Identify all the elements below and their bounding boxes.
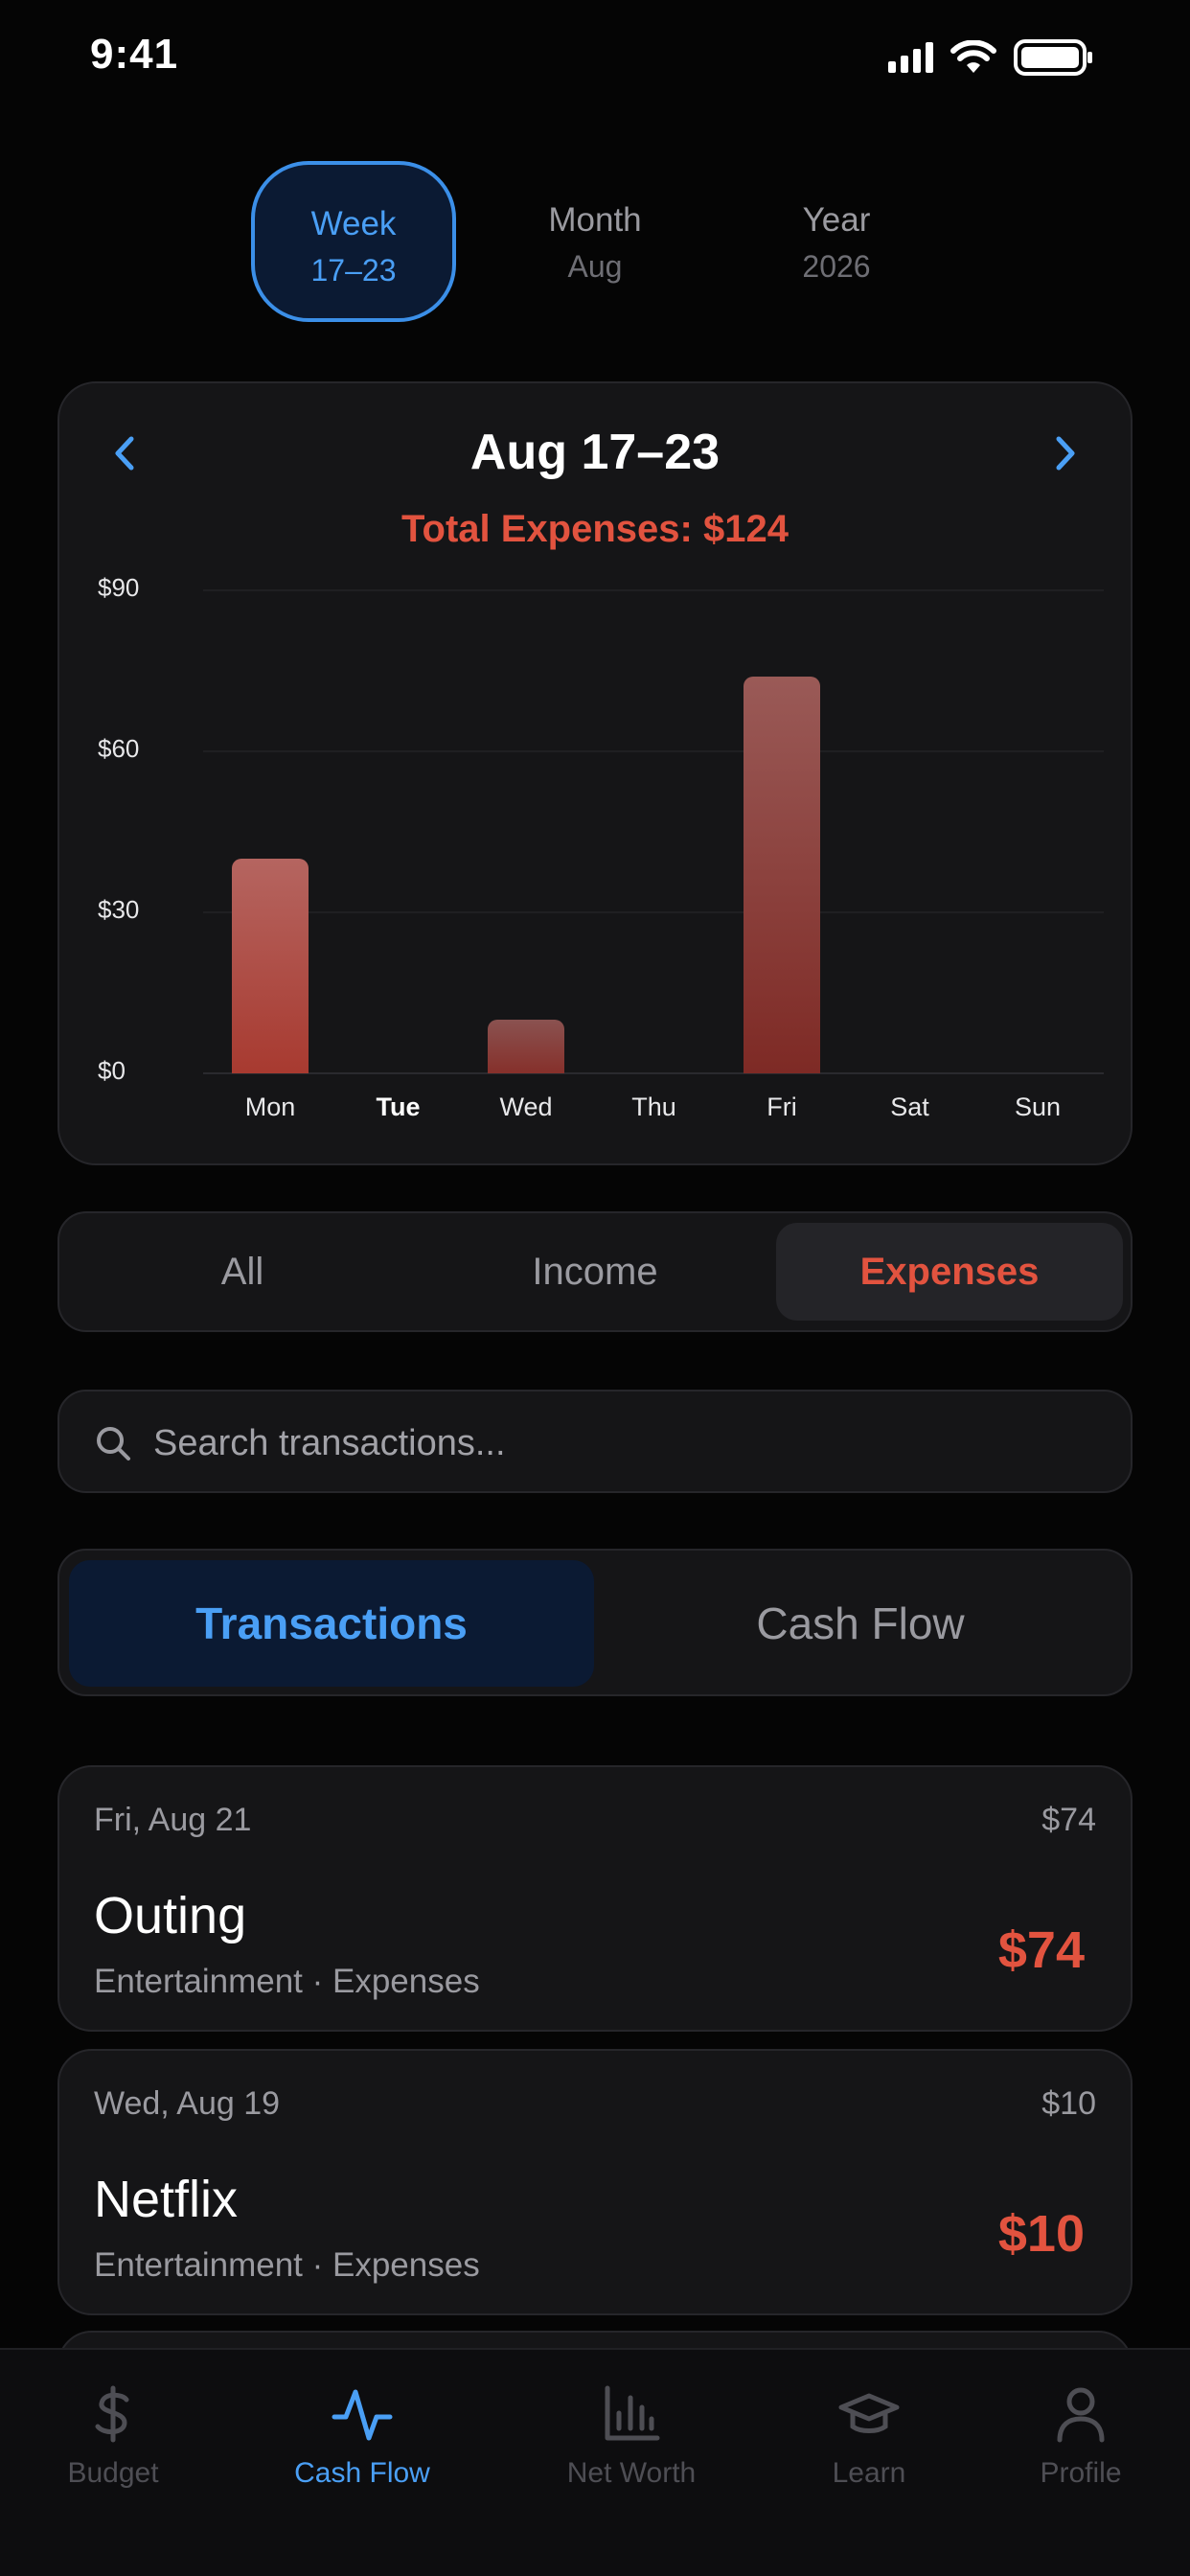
nav-budget[interactable]: Budget: [0, 2384, 228, 2490]
nav-label: Learn: [832, 2457, 906, 2489]
nav-label: Net Worth: [566, 2457, 697, 2489]
y-tick-label: $30: [98, 895, 140, 924]
period-tab-sub: 2026: [802, 249, 871, 284]
chart-card: Aug 17–23 Total Expenses: $124 $0 $30 $60 $…: [57, 381, 1133, 1165]
chart-gridline: [203, 1072, 1104, 1074]
bottom-nav: Budget Cash Flow Net Worth Learn Profile: [0, 2348, 1190, 2576]
period-tab-label: Month: [548, 201, 642, 239]
tab-cash-flow[interactable]: Cash Flow: [598, 1560, 1123, 1687]
nav-net-worth[interactable]: Net Worth: [516, 2384, 746, 2490]
pulse-icon: [332, 2389, 393, 2441]
period-tab-sub: 17–23: [310, 253, 397, 288]
period-tab-sub: Aug: [567, 249, 623, 284]
status-time: 9:41: [90, 31, 179, 78]
nav-label: Profile: [1040, 2457, 1122, 2489]
x-tick-label: Mon: [244, 1092, 296, 1121]
y-tick-label: $0: [98, 1056, 126, 1085]
view-tabs: Transactions Cash Flow: [57, 1549, 1133, 1696]
period-tab-label: Week: [310, 205, 397, 242]
wifi-icon: [950, 40, 996, 73]
x-tick-label: Fri: [767, 1092, 797, 1121]
dollar-icon: [95, 2385, 129, 2443]
period-tab-month[interactable]: Month Aug: [492, 161, 698, 322]
chart-bar-wed[interactable]: [488, 1020, 564, 1073]
period-tab-year[interactable]: Year 2026: [734, 161, 939, 322]
filter-income[interactable]: Income: [422, 1223, 768, 1321]
chart-gridline: [203, 589, 1104, 591]
nav-profile[interactable]: Profile: [966, 2384, 1190, 2490]
search-bar: [57, 1390, 1133, 1493]
transaction-amount: $74: [997, 1921, 1085, 1979]
tab-transactions[interactable]: Transactions: [69, 1560, 594, 1687]
cash-flow-screen: 9:41 Week 17–23 Month Aug Year 2026 Aug …: [0, 0, 1190, 2576]
transaction-card[interactable]: Wed, Aug 19 $10 Netflix Entertainment · …: [57, 2049, 1133, 2315]
battery-icon: [1014, 39, 1092, 76]
day-total: $74: [1041, 1802, 1096, 1838]
x-tick-label: Tue: [376, 1092, 421, 1121]
nav-learn[interactable]: Learn: [754, 2384, 984, 2490]
bar-chart-icon: [605, 2385, 660, 2441]
transaction-category: Entertainment · Expenses: [94, 2246, 480, 2284]
transaction-name: Netflix: [94, 2171, 239, 2228]
nav-label: Cash Flow: [294, 2457, 430, 2489]
search-icon: [97, 1427, 130, 1460]
transaction-date: Fri, Aug 21: [94, 1802, 252, 1838]
chart-bar-fri[interactable]: [744, 676, 820, 1073]
y-tick-label: $90: [98, 573, 140, 602]
graduation-cap-icon: [838, 2393, 900, 2433]
chart-title: Aug 17–23: [469, 425, 721, 480]
chart-bar-mon[interactable]: [232, 859, 309, 1073]
x-tick-label: Thu: [631, 1092, 676, 1121]
x-tick-label: Sat: [890, 1092, 929, 1121]
transaction-category: Entertainment · Expenses: [94, 1963, 480, 2000]
search-input[interactable]: [153, 1414, 1092, 1472]
period-tab-week[interactable]: Week 17–23: [251, 161, 456, 322]
transaction-amount: $10: [997, 2205, 1085, 2263]
period-tab-label: Year: [802, 201, 871, 239]
transaction-name: Outing: [94, 1887, 247, 1944]
type-filter: All Income Expenses: [57, 1211, 1133, 1332]
transaction-card[interactable]: Fri, Aug 21 $74 Outing Entertainment · E…: [57, 1765, 1133, 2032]
person-icon: [1057, 2387, 1105, 2443]
day-total: $10: [1041, 2085, 1096, 2122]
x-tick-label: Wed: [499, 1092, 553, 1121]
y-tick-label: $60: [98, 734, 140, 763]
chart-gridline: [203, 750, 1104, 752]
filter-all[interactable]: All: [69, 1223, 416, 1321]
status-icons: [888, 38, 1094, 77]
chevron-right-icon[interactable]: [1041, 429, 1088, 477]
chart-gridline: [203, 911, 1104, 913]
nav-cash-flow[interactable]: Cash Flow: [247, 2384, 477, 2490]
total-expenses: Total Expenses: $124: [401, 508, 789, 550]
nav-label: Budget: [67, 2457, 159, 2489]
filter-expenses[interactable]: Expenses: [776, 1223, 1123, 1321]
x-tick-label: Sun: [1014, 1092, 1062, 1121]
transaction-date: Wed, Aug 19: [94, 2085, 281, 2122]
signal-icon: [888, 42, 933, 73]
